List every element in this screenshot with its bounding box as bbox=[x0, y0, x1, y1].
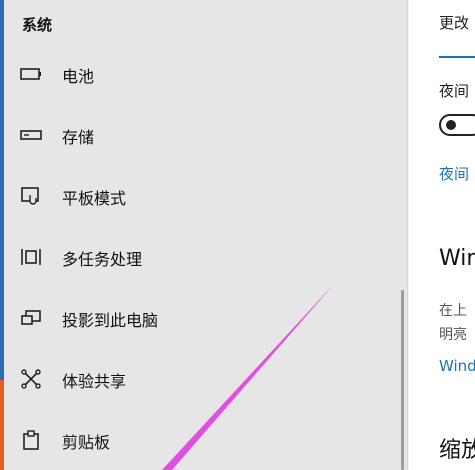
clipboard-icon bbox=[20, 430, 42, 450]
toggle-knob bbox=[446, 120, 456, 130]
content-header: 更改 bbox=[439, 14, 470, 32]
night-light-toggle[interactable] bbox=[439, 114, 475, 136]
sidebar-item-multitasking[interactable]: 多任务处理 bbox=[4, 235, 404, 279]
night-light-label: 夜间 bbox=[439, 82, 470, 100]
description-line-1: 在上 bbox=[439, 303, 467, 319]
project-to-pc-icon bbox=[20, 308, 42, 328]
sidebar-item-label: 剪贴板 bbox=[62, 433, 111, 452]
sidebar-item-project-to-pc[interactable]: 投影到此电脑 bbox=[4, 296, 404, 340]
tablet-mode-icon bbox=[20, 186, 42, 206]
section-title: 系统 bbox=[22, 16, 53, 34]
windows-hd-color-link[interactable]: Wind bbox=[439, 357, 475, 375]
description-line-2: 明亮 bbox=[439, 327, 467, 343]
sidebar-item-label: 多任务处理 bbox=[62, 250, 143, 269]
sidebar-item-shared-experiences[interactable]: 体验共享 bbox=[4, 357, 404, 401]
sidebar-item-battery[interactable]: 电池 bbox=[4, 52, 404, 96]
sidebar-item-storage[interactable]: 存储 bbox=[4, 113, 404, 157]
header-underline bbox=[439, 56, 475, 58]
sidebar-item-tablet-mode[interactable]: 平板模式 bbox=[4, 174, 404, 218]
windows-hd-color-heading: Win bbox=[439, 246, 475, 271]
battery-icon bbox=[20, 64, 42, 84]
sidebar-item-clipboard[interactable]: 剪贴板 bbox=[4, 418, 404, 462]
content-panel: 更改 夜间 夜间 Win 在上 明亮 Wind 缩放 bbox=[409, 0, 475, 470]
night-light-settings-link[interactable]: 夜间 bbox=[439, 163, 469, 184]
sidebar-item-label: 平板模式 bbox=[62, 189, 127, 208]
storage-icon bbox=[20, 125, 42, 145]
sidebar-item-label: 投影到此电脑 bbox=[62, 311, 159, 330]
shared-experiences-icon bbox=[20, 369, 42, 389]
sidebar-item-label: 电池 bbox=[62, 67, 95, 86]
sidebar-item-label: 体验共享 bbox=[62, 372, 127, 391]
multitasking-icon bbox=[20, 247, 42, 267]
sidebar-scrollbar[interactable] bbox=[401, 290, 404, 470]
scale-layout-heading: 缩放 bbox=[439, 438, 475, 463]
sidebar-item-label: 存储 bbox=[62, 128, 95, 147]
sidebar: 系统 电池 存储 平板模式 多任务处理 投影到此电脑 体验共享 剪贴板 bbox=[4, 0, 408, 470]
